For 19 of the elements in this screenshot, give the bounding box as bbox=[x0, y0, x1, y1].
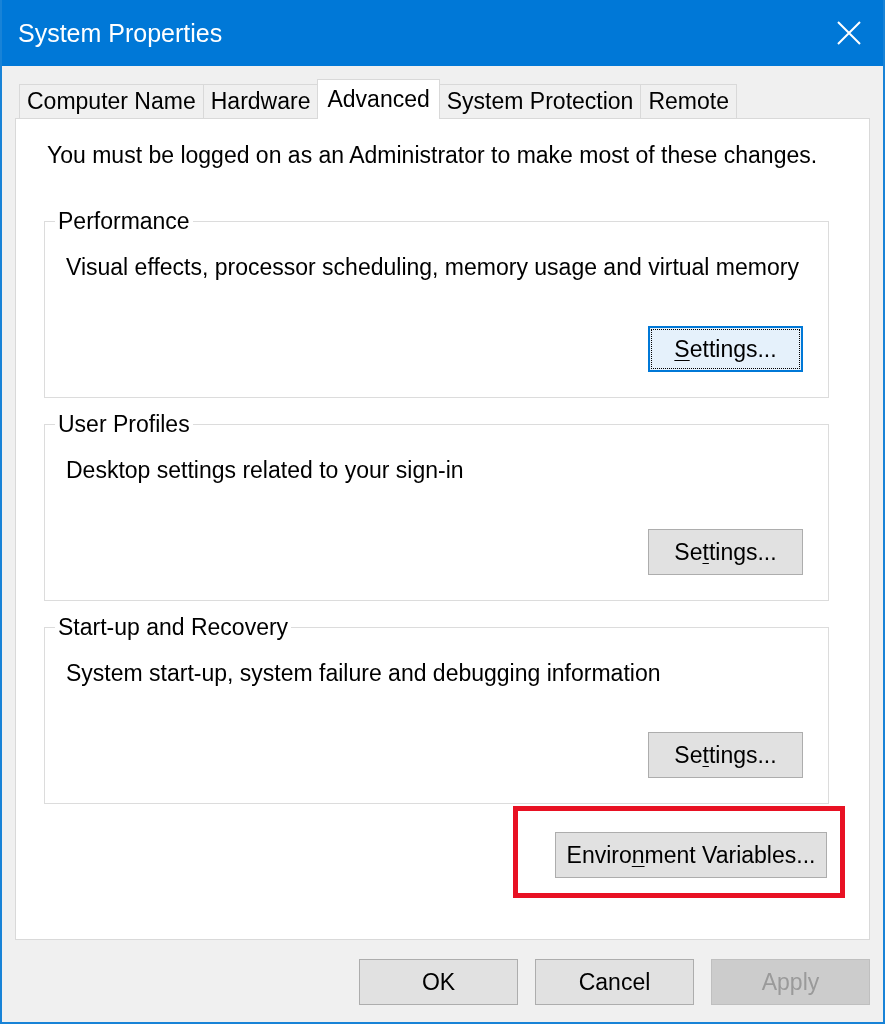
dialog-button[interactable]: OK bbox=[359, 959, 518, 1005]
group-title: Start-up and Recovery bbox=[57, 615, 290, 640]
tab[interactable]: Remote bbox=[640, 84, 737, 118]
admin-notice: You must be logged on as an Administrator to make most of these changes. bbox=[47, 142, 819, 168]
environment-variables-button[interactable]: Environment Variables... bbox=[555, 832, 827, 878]
settings-button[interactable]: Settings... bbox=[648, 529, 803, 575]
group-title: User Profiles bbox=[57, 412, 191, 437]
group-description: System start-up, system failure and debugging information bbox=[66, 660, 662, 686]
group-title: Performance bbox=[57, 209, 191, 234]
group-description: Desktop settings related to your sign-in bbox=[66, 457, 465, 483]
tab[interactable]: Advanced bbox=[317, 79, 440, 119]
close-icon bbox=[837, 21, 861, 45]
tab[interactable]: Computer Name bbox=[19, 84, 204, 118]
close-button[interactable] bbox=[837, 21, 861, 45]
group-description: Visual effects, processor scheduling, memory usage and virtual memory bbox=[66, 254, 800, 280]
window-title: System Properties bbox=[18, 18, 223, 48]
dialog-button[interactable]: Cancel bbox=[535, 959, 694, 1005]
settings-button[interactable]: Settings... bbox=[648, 732, 803, 778]
settings-button[interactable]: Settings... bbox=[648, 326, 803, 372]
